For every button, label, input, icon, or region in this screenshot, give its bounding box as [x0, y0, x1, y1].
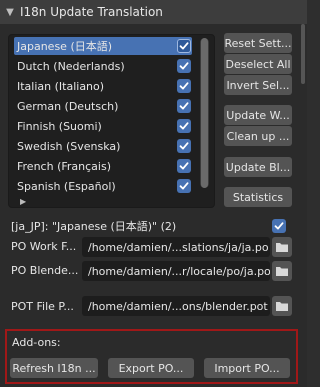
language-list-item[interactable]: Swedish (Svenska) [14, 137, 192, 155]
active-language-checkbox[interactable] [272, 219, 286, 233]
language-label: Dutch (Nederlands) [17, 59, 125, 73]
language-label: Swedish (Svenska) [17, 139, 121, 153]
deselect-all-button[interactable]: Deselect All [224, 54, 292, 74]
export-po-button[interactable]: Export PO... [108, 358, 194, 378]
language-label: German (Deutsch) [17, 99, 119, 113]
statistics-button[interactable]: Statistics [224, 187, 292, 207]
folder-icon[interactable] [272, 296, 292, 316]
language-list-item[interactable]: French (Français) [14, 157, 192, 175]
checkmark-icon [179, 162, 189, 170]
language-checkbox[interactable] [177, 99, 191, 113]
panel-scrollbar[interactable] [301, 24, 305, 84]
pot-file-label: POT File P... [11, 300, 74, 313]
translation-panel: ▼ I18n Update Translation Japanese (日本語)… [0, 0, 307, 387]
language-label: French (Français) [17, 159, 111, 173]
checkmark-icon [179, 182, 189, 190]
addons-label: Add-ons: [12, 336, 61, 349]
checkmark-icon [179, 142, 189, 150]
language-list-item[interactable]: Finnish (Suomi) [14, 117, 192, 135]
scrollbar-thumb[interactable] [201, 38, 208, 188]
po-blender-label: PO Blende... [11, 264, 79, 277]
language-checkbox[interactable] [177, 59, 191, 73]
checkmark-icon [274, 222, 284, 230]
update-blender-button[interactable]: Update Bl... [224, 157, 292, 177]
checkmark-icon [179, 102, 189, 110]
import-po-button[interactable]: Import PO... [204, 358, 290, 378]
language-list-scrollbar[interactable] [200, 38, 209, 188]
po-work-folder-field[interactable]: /home/damien/...slations/ja/ja.po [82, 237, 270, 257]
language-checkbox[interactable] [177, 179, 191, 193]
po-blender-field[interactable]: /home/damien/...r/locale/po/ja.po [82, 261, 270, 281]
po-work-folder-label: PO Work F... [11, 240, 77, 253]
checkmark-icon [179, 122, 189, 130]
language-list-item[interactable]: Dutch (Nederlands) [14, 57, 192, 75]
checkmark-icon [179, 82, 189, 90]
checkmark-icon [179, 42, 189, 50]
language-list-item[interactable]: German (Deutsch) [14, 97, 192, 115]
list-expand-icon[interactable]: ▶ [20, 197, 26, 206]
language-label: Finnish (Suomi) [17, 119, 102, 133]
invert-selection-button[interactable]: Invert Sel... [224, 75, 292, 95]
language-checkbox[interactable] [177, 79, 191, 93]
folder-icon[interactable] [272, 261, 292, 281]
chevron-down-icon[interactable]: ▼ [0, 7, 20, 18]
language-checkbox[interactable] [177, 139, 191, 153]
checkmark-icon [179, 62, 189, 70]
folder-icon[interactable] [272, 237, 292, 257]
panel-title: I18n Update Translation [20, 5, 163, 19]
language-checkbox[interactable] [177, 159, 191, 173]
update-work-button[interactable]: Update W... [224, 105, 292, 125]
language-label: Japanese (日本語) [17, 40, 113, 53]
language-list-item[interactable]: Japanese (日本語) [14, 37, 192, 55]
language-list-item[interactable]: Spanish (Español) [14, 177, 192, 195]
active-language-label: [ja_JP]: "Japanese (日本語)" (2) [11, 220, 177, 233]
refresh-i18n-button[interactable]: Refresh I18n ... [10, 358, 98, 378]
reset-settings-button[interactable]: Reset Sett... [224, 33, 292, 53]
language-checkbox[interactable] [177, 119, 191, 133]
language-checkbox[interactable] [177, 39, 191, 53]
addons-section: Add-ons: Refresh I18n ... Export PO... I… [5, 329, 298, 384]
panel-header[interactable]: ▼ I18n Update Translation [0, 0, 307, 24]
language-label: Spanish (Español) [17, 179, 116, 193]
pot-file-field[interactable]: /home/damien/...ons/blender.pot [82, 296, 270, 316]
cleanup-button[interactable]: Clean up ... [224, 126, 292, 146]
language-label: Italian (Italiano) [17, 79, 105, 93]
language-list-item[interactable]: Italian (Italiano) [14, 77, 192, 95]
